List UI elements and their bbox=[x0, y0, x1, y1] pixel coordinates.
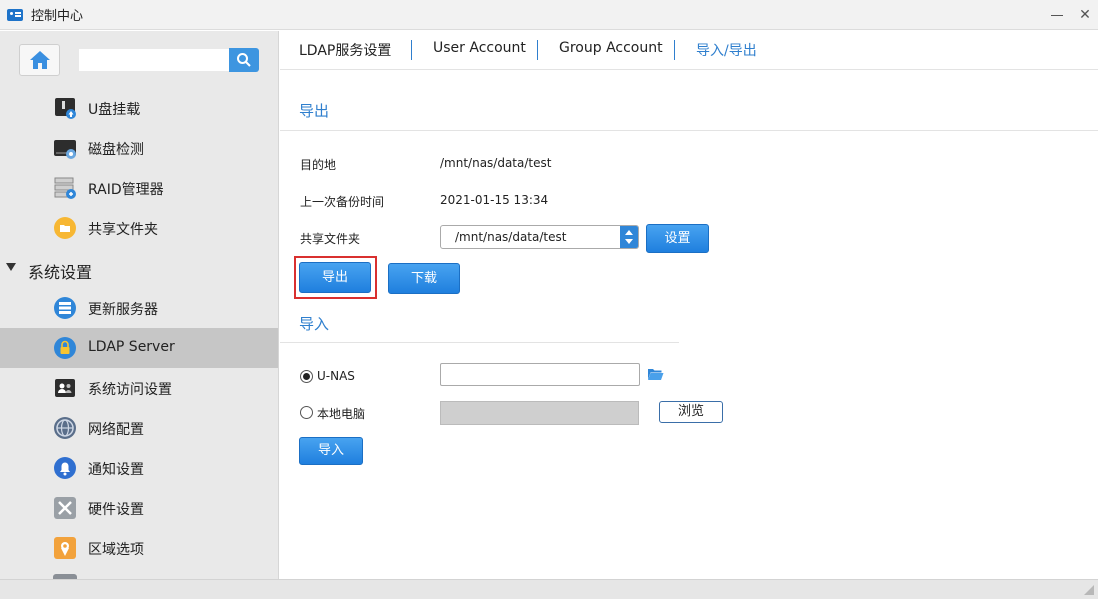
sidebar-item-usb-mount[interactable]: U盘挂载 bbox=[0, 88, 278, 128]
shared-folder-label: 共享文件夹 bbox=[300, 232, 361, 246]
folder-open-icon[interactable] bbox=[647, 367, 664, 381]
export-button[interactable]: 导出 bbox=[299, 262, 371, 293]
radio-unas-label: U-NAS bbox=[317, 369, 355, 383]
window-title: 控制中心 bbox=[31, 9, 84, 24]
home-button[interactable] bbox=[19, 44, 60, 76]
shared-folder-selected-value: /mnt/nas/data/test bbox=[455, 230, 567, 244]
sidebar-item-notification[interactable]: 通知设置 bbox=[0, 448, 278, 488]
section-system-settings[interactable]: 系统设置 bbox=[0, 249, 278, 289]
tab-separator bbox=[537, 40, 538, 60]
control-center-app-icon bbox=[7, 8, 23, 21]
last-backup-value: 2021-01-15 13:34 bbox=[440, 193, 549, 207]
main-panel: LDAP服务设置 User Account Group Account 导入/导… bbox=[280, 31, 1098, 579]
raid-manager-icon bbox=[54, 177, 76, 199]
ldap-lock-icon bbox=[54, 337, 76, 359]
download-button[interactable]: 下载 bbox=[388, 263, 460, 294]
tab-bar: LDAP服务设置 User Account Group Account 导入/导… bbox=[280, 31, 1098, 70]
radio-local-computer[interactable] bbox=[300, 406, 313, 419]
shared-folder-select[interactable]: /mnt/nas/data/test bbox=[440, 225, 639, 249]
sidebar-item-label: 磁盘检测 bbox=[88, 142, 144, 158]
tab-group-account[interactable]: Group Account bbox=[559, 40, 663, 56]
region-map-icon bbox=[54, 537, 76, 559]
local-path-input bbox=[440, 401, 639, 425]
title-bar: 控制中心 ✕ bbox=[0, 0, 1098, 30]
search-button[interactable] bbox=[229, 48, 259, 72]
minimize-icon[interactable] bbox=[1050, 8, 1064, 22]
update-server-icon bbox=[54, 297, 76, 319]
radio-local-computer-label: 本地电脑 bbox=[317, 407, 366, 421]
control-center-window: 控制中心 ✕ U盘挂载 磁盘检测 RAID管理器 共享文件夹 系统设置 更新服务… bbox=[0, 0, 1098, 599]
sidebar-item-ldap-server[interactable]: LDAP Server bbox=[0, 328, 278, 368]
network-config-icon bbox=[54, 417, 76, 439]
radio-unas[interactable] bbox=[300, 370, 313, 383]
destination-label: 目的地 bbox=[300, 158, 337, 172]
export-section-title: 导出 bbox=[299, 102, 330, 120]
unas-path-input[interactable] bbox=[440, 363, 640, 386]
resize-grip-icon[interactable] bbox=[1084, 585, 1094, 595]
sidebar-item-region[interactable]: 区域选项 bbox=[0, 528, 278, 568]
export-divider bbox=[280, 130, 1098, 131]
sidebar-item-shared-folder[interactable]: 共享文件夹 bbox=[0, 208, 278, 248]
hardware-tools-icon bbox=[54, 497, 76, 519]
tab-import-export[interactable]: 导入/导出 bbox=[696, 40, 757, 60]
destination-value: /mnt/nas/data/test bbox=[440, 156, 552, 170]
sidebar-item-label: 区域选项 bbox=[88, 542, 144, 558]
sidebar-item-update-server[interactable]: 更新服务器 bbox=[0, 288, 278, 328]
notification-bell-icon bbox=[54, 457, 76, 479]
sidebar-item-label: RAID管理器 bbox=[88, 182, 164, 198]
sidebar-item-raid-manager[interactable]: RAID管理器 bbox=[0, 168, 278, 208]
sidebar-item-label: 通知设置 bbox=[88, 462, 144, 478]
tab-user-account[interactable]: User Account bbox=[433, 40, 526, 56]
sidebar-item-disk-check[interactable]: 磁盘检测 bbox=[0, 128, 278, 168]
usb-drive-icon bbox=[55, 98, 76, 119]
search-input[interactable] bbox=[79, 49, 229, 71]
sidebar-item-label: 硬件设置 bbox=[88, 502, 144, 518]
sidebar-item-label: LDAP Server bbox=[88, 339, 175, 355]
shared-folder-icon bbox=[54, 217, 76, 239]
browse-button[interactable]: 浏览 bbox=[659, 401, 723, 423]
sidebar-item-label: U盘挂载 bbox=[88, 102, 141, 118]
sidebar-item-label: 更新服务器 bbox=[88, 302, 158, 318]
status-bar bbox=[0, 579, 1098, 599]
sidebar-item-label: 网络配置 bbox=[88, 422, 144, 438]
sidebar-item-hardware[interactable]: 硬件设置 bbox=[0, 488, 278, 528]
import-section-title: 导入 bbox=[299, 315, 330, 333]
sidebar-item-label: 共享文件夹 bbox=[88, 222, 158, 238]
disk-check-icon bbox=[54, 140, 76, 159]
search-icon bbox=[237, 53, 251, 67]
sidebar-item-network-config[interactable]: 网络配置 bbox=[0, 408, 278, 448]
sidebar-item-system-access[interactable]: 系统访问设置 bbox=[0, 368, 278, 408]
home-icon bbox=[30, 51, 50, 69]
sidebar: U盘挂载 磁盘检测 RAID管理器 共享文件夹 系统设置 更新服务器 LDAP … bbox=[0, 31, 279, 579]
tab-separator bbox=[674, 40, 675, 60]
sidebar-item-label: 系统访问设置 bbox=[88, 382, 172, 398]
last-backup-label: 上一次备份时间 bbox=[300, 195, 385, 209]
caret-down-icon bbox=[6, 263, 16, 271]
import-button[interactable]: 导入 bbox=[299, 437, 363, 465]
tab-separator bbox=[411, 40, 412, 60]
import-divider bbox=[280, 342, 679, 343]
settings-button[interactable]: 设置 bbox=[646, 224, 709, 253]
spinner-arrows-icon[interactable] bbox=[620, 226, 638, 248]
close-icon[interactable]: ✕ bbox=[1077, 7, 1093, 23]
system-access-icon bbox=[55, 379, 75, 397]
section-label: 系统设置 bbox=[28, 263, 93, 282]
tab-ldap-service-settings[interactable]: LDAP服务设置 bbox=[299, 40, 391, 60]
